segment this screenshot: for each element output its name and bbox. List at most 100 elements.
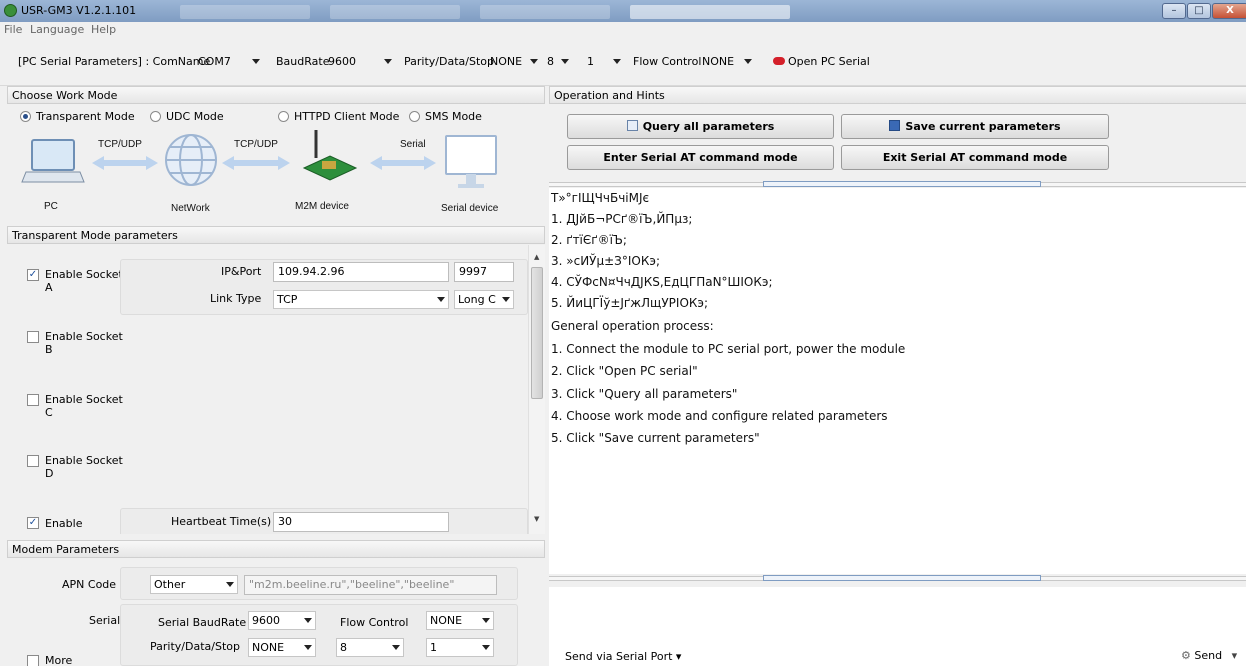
menu-help[interactable]: Help — [91, 23, 116, 36]
modem-databits-select[interactable]: 8 — [336, 638, 404, 657]
apn-code-label: APN Code — [62, 578, 117, 591]
close-icon[interactable]: X — [1212, 3, 1246, 19]
link2-label: TCP/UDP — [234, 139, 278, 150]
params-scrollbar[interactable]: ▲ ▼ — [528, 245, 545, 534]
title-bar: USR-GM3 V1.2.1.101 – □ X — [0, 0, 1246, 22]
heartbeat-checkbox[interactable]: ✓ — [27, 517, 39, 529]
maximize-icon[interactable]: □ — [1187, 3, 1211, 19]
send-via-serial-menu[interactable]: Send via Serial Port ▾ — [565, 650, 681, 663]
radio-sms-mode[interactable] — [409, 111, 420, 122]
menu-file[interactable]: File — [4, 23, 22, 36]
com-name-select[interactable]: COM7 — [194, 52, 264, 71]
radio-transparent-mode[interactable] — [20, 111, 31, 122]
hint-line: 4. СЎФсN¤ЧчДЈКЅ,ЕдЦГПаN°ШІОКэ; — [551, 275, 773, 289]
background-tab — [480, 5, 610, 19]
modem-parity-label: Parity/Data/Stop — [150, 640, 240, 653]
background-tab — [330, 5, 460, 19]
flow-control-label: Flow Control — [633, 55, 702, 68]
more-label: More — [45, 654, 73, 666]
arrow-icon — [370, 156, 436, 170]
menu-language[interactable]: Language — [30, 23, 84, 36]
top-splitter[interactable] — [549, 181, 1246, 187]
exit-at-mode-button[interactable]: Exit Serial AT command mode — [841, 145, 1109, 170]
pc-serial-toolbar: [PC Serial Parameters] : ComName COM7 Ba… — [0, 37, 1246, 86]
send-button[interactable]: ⚙ Send ▾ — [1181, 649, 1237, 662]
hint-line: Т»°гІЩЧчБчіМЈє — [551, 191, 650, 205]
m2m-device-icon — [302, 130, 358, 181]
modem-params-header: Modem Parameters — [7, 540, 545, 558]
network-label: NetWork — [171, 203, 210, 214]
heartbeat-time-field[interactable]: 30 — [273, 512, 449, 532]
baudrate-select[interactable]: 9600 — [324, 52, 396, 71]
socket-a-label: Enable Socket A — [45, 268, 123, 294]
modem-flow-select[interactable]: NONE — [426, 611, 494, 630]
hint-line: 2. Click "Open PC serial" — [551, 364, 698, 378]
sms-mode-label: SMS Mode — [425, 110, 482, 123]
radio-httpd-client-mode[interactable] — [278, 111, 289, 122]
open-pc-serial-button[interactable]: Open PC Serial — [788, 55, 870, 68]
serial-section-label: [PC Serial Parameters] : ComName — [18, 55, 211, 68]
transparent-params-panel: ✓ Enable Socket A IP&Port 109.94.2.96 99… — [7, 245, 545, 534]
save-icon — [889, 120, 901, 131]
scroll-down-icon[interactable]: ▼ — [534, 515, 539, 523]
hint-line: 1. Connect the module to PC serial port,… — [551, 342, 906, 356]
send-pane[interactable]: Send via Serial Port ▾ ⚙ Send ▾ — [549, 587, 1246, 666]
more-checkbox[interactable] — [27, 655, 39, 666]
query-all-button[interactable]: Query all parameters — [567, 114, 834, 139]
pc-icon — [21, 139, 85, 183]
hint-line: 5. Click "Save current parameters" — [551, 431, 760, 445]
ip-field[interactable]: 109.94.2.96 — [273, 262, 449, 282]
socket-c-checkbox[interactable] — [27, 394, 39, 406]
minimize-icon[interactable]: – — [1162, 3, 1186, 19]
radio-udc-mode[interactable] — [150, 111, 161, 122]
hint-line: 2. ґтїЄґ®їЪ; — [551, 233, 627, 247]
query-icon — [626, 120, 638, 131]
heartbeat-time-label: Heartbeat Time(s) — [171, 515, 272, 528]
socket-a-checkbox[interactable]: ✓ — [27, 269, 39, 281]
baud-label: BaudRate — [276, 55, 330, 68]
splitter-grip[interactable] — [763, 181, 1041, 187]
operations-header: Operation and Hints — [549, 86, 1246, 104]
arrow-icon — [92, 156, 158, 170]
socket-b-checkbox[interactable] — [27, 331, 39, 343]
apn-select[interactable]: Other — [150, 575, 238, 594]
modem-baud-label: Serial BaudRate — [158, 616, 247, 629]
scrollbar-thumb[interactable] — [531, 267, 543, 399]
send-dropdown-icon[interactable]: ▾ — [1232, 649, 1238, 662]
socket-c-label: Enable Socket C — [45, 393, 123, 419]
udc-mode-label: UDC Mode — [166, 110, 224, 123]
flow-control-select[interactable]: NONE — [698, 52, 756, 71]
enter-at-mode-button[interactable]: Enter Serial AT command mode — [567, 145, 834, 170]
hint-line: 5. ЙиЦГЇў±ЈґжЛщУРІОКэ; — [551, 296, 709, 310]
modem-flow-label: Flow Control — [340, 616, 409, 629]
port-field[interactable]: 9997 — [454, 262, 514, 282]
hint-line: General operation process: — [551, 319, 714, 333]
socket-d-checkbox[interactable] — [27, 455, 39, 467]
connection-mode-select[interactable]: Long C — [454, 290, 514, 309]
scroll-up-icon[interactable]: ▲ — [534, 253, 539, 261]
socket-b-label: Enable Socket B — [45, 330, 123, 356]
menu-bar: File Language Help — [0, 22, 1246, 37]
app-icon — [4, 4, 17, 17]
arrow-icon — [222, 156, 290, 170]
modem-stopbits-select[interactable]: 1 — [426, 638, 494, 657]
modem-baud-select[interactable]: 9600 — [248, 611, 316, 630]
apn-value-field[interactable]: "m2m.beeline.ru","beeline","beeline" — [244, 575, 497, 595]
hint-line: 4. Choose work mode and configure relate… — [551, 409, 888, 423]
m2m-label: M2M device — [295, 201, 349, 212]
link3-label: Serial — [400, 139, 426, 150]
httpd-client-mode-label: HTTPD Client Mode — [294, 110, 400, 123]
save-current-button[interactable]: Save current parameters — [841, 114, 1109, 139]
modem-parity-select[interactable]: NONE — [248, 638, 316, 657]
serial-status-icon — [773, 57, 785, 65]
bottom-splitter[interactable] — [549, 575, 1246, 581]
background-tab — [180, 5, 310, 19]
transparent-params-header: Transparent Mode parameters — [7, 226, 545, 244]
stopbits-select[interactable]: 1 — [583, 52, 625, 71]
splitter-grip[interactable] — [763, 575, 1041, 581]
hints-panel: Т»°гІЩЧчБчіМЈє 1. ДЈйБ¬РСґ®їЪ,ЙПµз; 2. ґ… — [549, 188, 1246, 574]
parity-select[interactable]: NONE — [486, 52, 542, 71]
ip-port-label: IP&Port — [221, 265, 262, 278]
databits-select[interactable]: 8 — [543, 52, 573, 71]
link-type-select[interactable]: TCP — [273, 290, 449, 309]
